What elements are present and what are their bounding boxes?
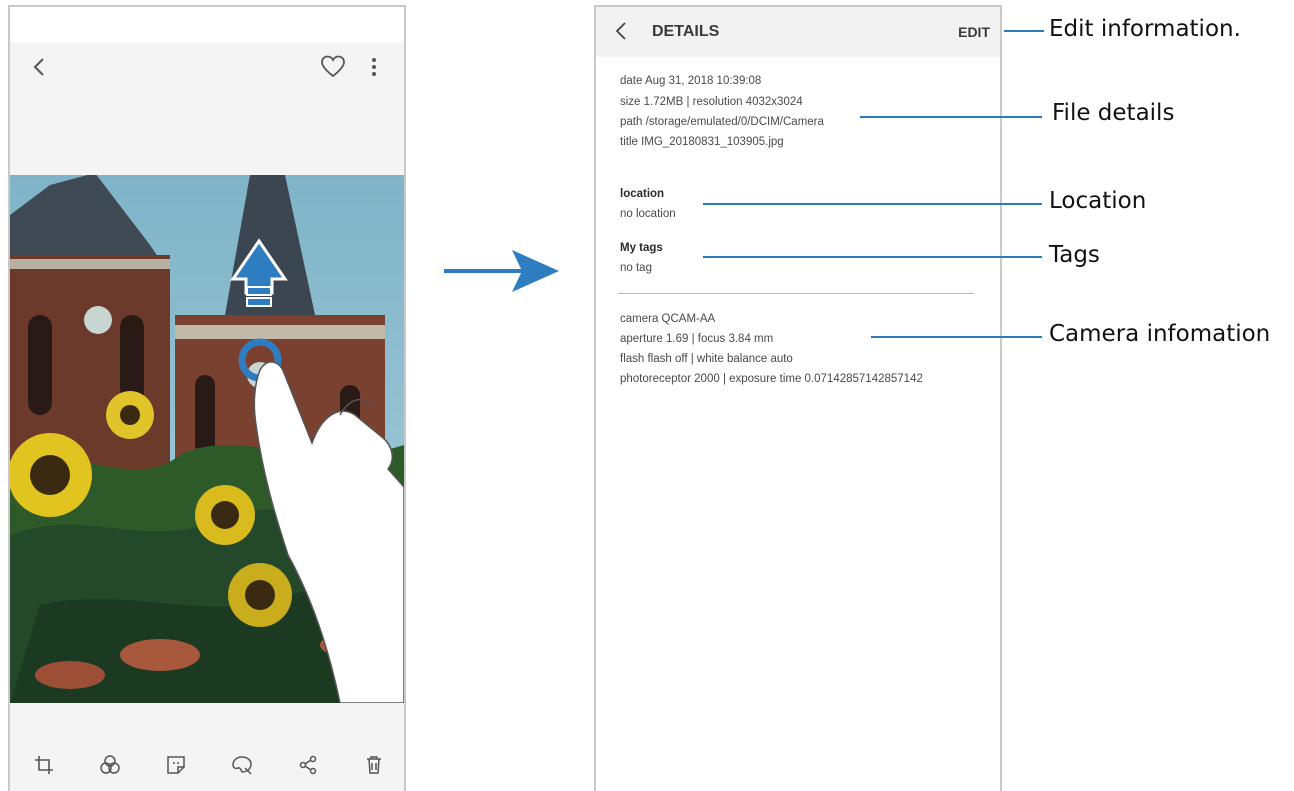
callout-location: Location (1049, 188, 1147, 214)
section-divider (618, 293, 974, 294)
page-title: DETAILS (652, 23, 720, 40)
camera-text: camera QCAM-AA (620, 313, 716, 325)
callout-file: File details (1052, 100, 1175, 126)
share-icon[interactable] (296, 753, 320, 777)
transition-arrow-icon (444, 250, 559, 294)
date-text: date Aug 31, 2018 10:39:08 (620, 75, 762, 87)
tags-heading: My tags (620, 242, 663, 254)
file-title-text: title IMG_20180831_103905.jpg (620, 136, 784, 148)
more-vertical-icon[interactable] (364, 53, 384, 81)
sticker-icon[interactable] (164, 753, 188, 777)
location-heading: location (620, 188, 665, 200)
photo-sunflowers-church[interactable] (10, 175, 404, 703)
location-value: no location (620, 208, 676, 220)
path-text: path /storage/emulated/0/DCIM/Camera (620, 116, 824, 128)
callout-line-camera (871, 336, 1042, 338)
size-resolution-text: size 1.72MB | resolution 4032x3024 (620, 96, 803, 108)
back-chevron-icon[interactable] (28, 53, 50, 81)
filter-icon[interactable] (98, 753, 122, 777)
callout-tags: Tags (1049, 242, 1100, 268)
details-phone-screen: DETAILS EDIT date Aug 31, 2018 10:39:08 … (594, 5, 1002, 791)
tags-value: no tag (620, 262, 652, 274)
trash-icon[interactable] (362, 753, 386, 777)
gallery-bottom-toolbar (10, 703, 404, 791)
callout-line-tags (703, 256, 1042, 258)
aperture-focus-text: aperture 1.69 | focus 3.84 mm (620, 333, 774, 345)
callout-camera: Camera infomation (1049, 321, 1271, 347)
callout-line-location (703, 203, 1042, 205)
callout-line-edit (1004, 30, 1044, 32)
photoreceptor-exposure-text: photoreceptor 2000 | exposure time 0.071… (620, 373, 923, 385)
palette-icon[interactable] (230, 753, 254, 777)
crop-icon[interactable] (32, 753, 56, 777)
heart-icon[interactable] (319, 53, 347, 81)
gallery-phone-screen (8, 5, 406, 791)
flash-wb-text: flash flash off | white balance auto (620, 353, 793, 365)
back-chevron-icon[interactable] (614, 21, 634, 43)
details-header: DETAILS EDIT (596, 7, 1000, 57)
edit-button[interactable]: EDIT (958, 24, 990, 40)
callout-edit: Edit information. (1049, 16, 1241, 42)
callout-line-file (860, 116, 1042, 118)
